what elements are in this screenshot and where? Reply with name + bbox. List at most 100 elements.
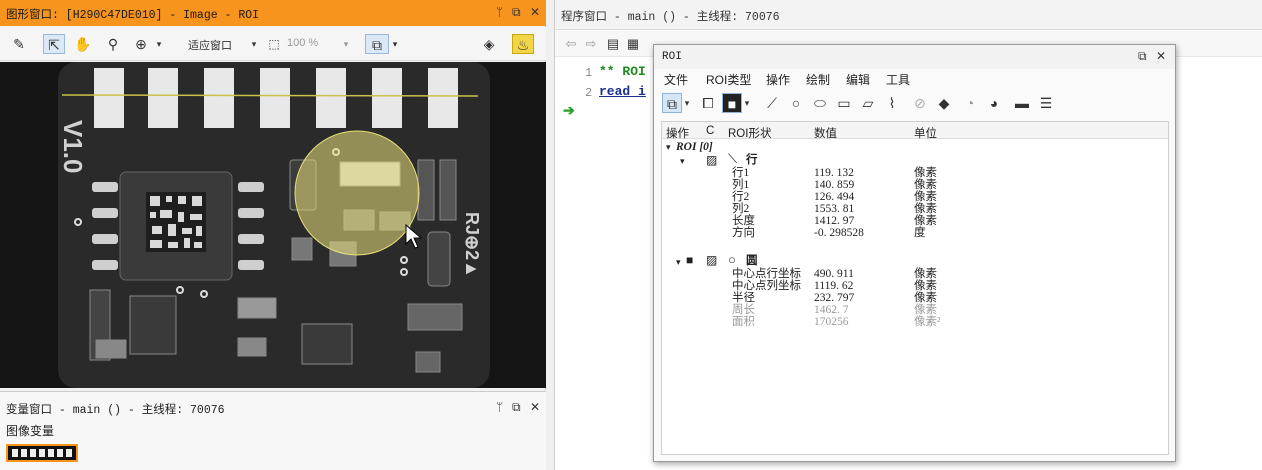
hatch-icon: ▨ — [706, 153, 718, 167]
restore-icon[interactable]: ⧉ — [512, 5, 521, 20]
var-pin-icon[interactable]: ᛘ — [496, 400, 503, 414]
roi-root-label[interactable]: ROI [0] — [676, 141, 713, 153]
zoom-dropdown-icon[interactable]: ▾ — [152, 34, 166, 54]
roi-close-icon[interactable]: ✕ — [1156, 49, 1166, 63]
forward-icon[interactable]: ⇨ — [583, 34, 599, 54]
roi-subtract-icon[interactable]: ◔ — [960, 93, 980, 113]
circle-collapse-icon[interactable]: ▾ — [676, 256, 681, 268]
zoom-in-icon[interactable]: ⊕ — [130, 34, 152, 54]
measure-ruler-icon[interactable]: ▬ — [1012, 93, 1032, 113]
param-value: 170256 — [814, 316, 849, 328]
param-name: 行2 — [732, 191, 750, 203]
pan-hand-icon[interactable]: ✋ — [72, 34, 94, 54]
image-canvas[interactable]: V1.0 RJ⊕2▲ — [0, 62, 546, 388]
grid-icon[interactable]: ▦ — [625, 34, 641, 54]
collapse-icon[interactable]: ▾ — [666, 141, 671, 153]
program-window-titlebar: 程序窗口 - main () - 主线程: 70076 — [555, 0, 1262, 30]
param-value[interactable]: 490. 911 — [814, 268, 854, 280]
rotated-rectangle-tool-icon[interactable]: ▱ — [858, 93, 878, 113]
line-tool-icon[interactable]: ⟋ — [762, 93, 782, 113]
param-value[interactable]: 1119. 62 — [814, 280, 853, 292]
roi-dropdown-icon[interactable]: ▾ — [389, 34, 401, 54]
hatch-icon: ▨ — [706, 253, 718, 267]
menu-operate[interactable]: 操作 — [766, 71, 790, 88]
roi-list-icon[interactable]: ☰ — [1036, 93, 1056, 113]
param-name: 中心点行坐标 — [732, 268, 801, 280]
line-number: 2 — [585, 86, 593, 100]
roi-add-icon[interactable]: ◕ — [984, 93, 1004, 113]
circle-tool-icon[interactable]: ○ — [786, 93, 806, 113]
param-name: 面积 — [732, 316, 755, 328]
col-c: C — [706, 125, 715, 137]
var-restore-icon[interactable]: ⧉ — [512, 400, 521, 415]
param-unit: 像素 — [914, 191, 937, 203]
menu-tools[interactable]: 工具 — [886, 71, 910, 88]
variable-window-title: 变量窗口 - main () - 主线程: 70076 — [6, 404, 225, 417]
param-value[interactable]: 140. 859 — [814, 179, 854, 191]
roi-dialog-title: ROI — [662, 51, 682, 63]
roi-dialog: ROI ⧉ ✕ 文件 ROI类型 操作 绘制 编辑 工具 ⧉ ▾ ⧠ ■ ▾ ⟋… — [653, 44, 1176, 462]
pin-icon[interactable]: ᛘ — [496, 5, 503, 19]
param-unit: 像素² — [914, 316, 941, 328]
pointer-icon[interactable]: ⇱ — [43, 34, 65, 54]
param-unit: 像素 — [914, 167, 937, 179]
code-line[interactable]: ** ROI — [599, 64, 646, 79]
col-unit: 单位 — [914, 128, 937, 140]
roi-line — [61, 94, 479, 97]
image-variable-thumbnail[interactable] — [6, 444, 78, 462]
pcb-image: V1.0 RJ⊕2▲ — [0, 62, 546, 388]
back-icon[interactable]: ⇦ — [563, 34, 579, 54]
ellipse-tool-icon[interactable]: ⬭ — [810, 93, 830, 113]
fit-window-select[interactable]: 适应窗口 — [188, 37, 232, 53]
roi-restore-icon[interactable]: ⧉ — [1138, 49, 1147, 64]
param-value[interactable]: 1553. 81 — [814, 203, 854, 215]
line-shape-label[interactable]: 行 — [746, 154, 758, 166]
circle-shape-label[interactable]: 圆 — [746, 255, 758, 267]
param-value: -0. 298528 — [814, 227, 864, 239]
col-shape: ROI形状 — [728, 128, 772, 140]
menu-edit[interactable]: 编辑 — [846, 71, 870, 88]
menu-draw[interactable]: 绘制 — [806, 71, 830, 88]
polygon-tool-icon[interactable]: ⌇ — [882, 93, 902, 113]
var-close-icon[interactable]: ✕ — [530, 400, 540, 414]
roi-mode-icon[interactable]: ⧉ — [662, 93, 682, 113]
menu-roi-type[interactable]: ROI类型 — [706, 71, 751, 88]
param-value[interactable]: 126. 494 — [814, 191, 854, 203]
param-value[interactable]: 119. 132 — [814, 167, 854, 179]
param-name: 中心点列坐标 — [732, 280, 801, 292]
roi-shape-icon[interactable]: ⧉ — [365, 34, 389, 54]
fill-mode-icon[interactable]: ■ — [722, 93, 742, 113]
line-shape-icon: ⟍ — [728, 151, 738, 166]
fit-image-icon[interactable]: ⬚ — [264, 34, 284, 54]
drop-icon[interactable]: ◆ — [934, 93, 954, 113]
line-number: 1 — [585, 66, 593, 80]
rectangle-tool-icon[interactable]: ▭ — [834, 93, 854, 113]
menu-file[interactable]: 文件 — [664, 71, 688, 88]
param-unit: 像素 — [914, 280, 937, 292]
combine-icon[interactable]: ⧠ — [698, 93, 718, 113]
param-value[interactable]: 232. 797 — [814, 292, 854, 304]
zoom-level[interactable]: 100 % — [287, 37, 318, 49]
roi-mode-dropdown-icon[interactable]: ▾ — [682, 93, 692, 113]
param-name: 长度 — [732, 215, 755, 227]
fill-icon: ■ — [686, 253, 694, 267]
pcb-version-text: V1.0 — [58, 120, 88, 174]
param-unit: 度 — [914, 227, 926, 239]
lightbulb-icon[interactable]: ♨ — [512, 34, 534, 54]
roi-menubar: 文件 ROI类型 操作 绘制 编辑 工具 — [654, 69, 1175, 89]
program-window-title: 程序窗口 - main () - 主线程: 70076 — [561, 11, 780, 24]
param-name: 半径 — [732, 292, 755, 304]
magnifier-icon[interactable]: ⚲ — [102, 34, 124, 54]
code-line[interactable]: read_i — [599, 84, 646, 99]
zoom-level-dropdown-icon[interactable]: ▾ — [340, 34, 352, 54]
fill-mode-dropdown-icon[interactable]: ▾ — [742, 93, 752, 113]
brush-icon[interactable]: ✎ — [8, 34, 30, 54]
layers-icon[interactable]: ◈ — [478, 34, 500, 54]
close-icon[interactable]: ✕ — [530, 5, 540, 19]
qr-code — [146, 192, 206, 252]
fit-dropdown-icon[interactable]: ▾ — [248, 34, 260, 54]
graphics-window: 图形窗口: [H290C47DE010] - Image - ROI ᛘ ⧉ ✕… — [0, 0, 546, 390]
freehand-tool-icon[interactable]: ⊘ — [910, 93, 930, 113]
clipboard-icon[interactable]: ▤ — [605, 34, 621, 54]
line-collapse-icon[interactable]: ▾ — [680, 155, 685, 167]
